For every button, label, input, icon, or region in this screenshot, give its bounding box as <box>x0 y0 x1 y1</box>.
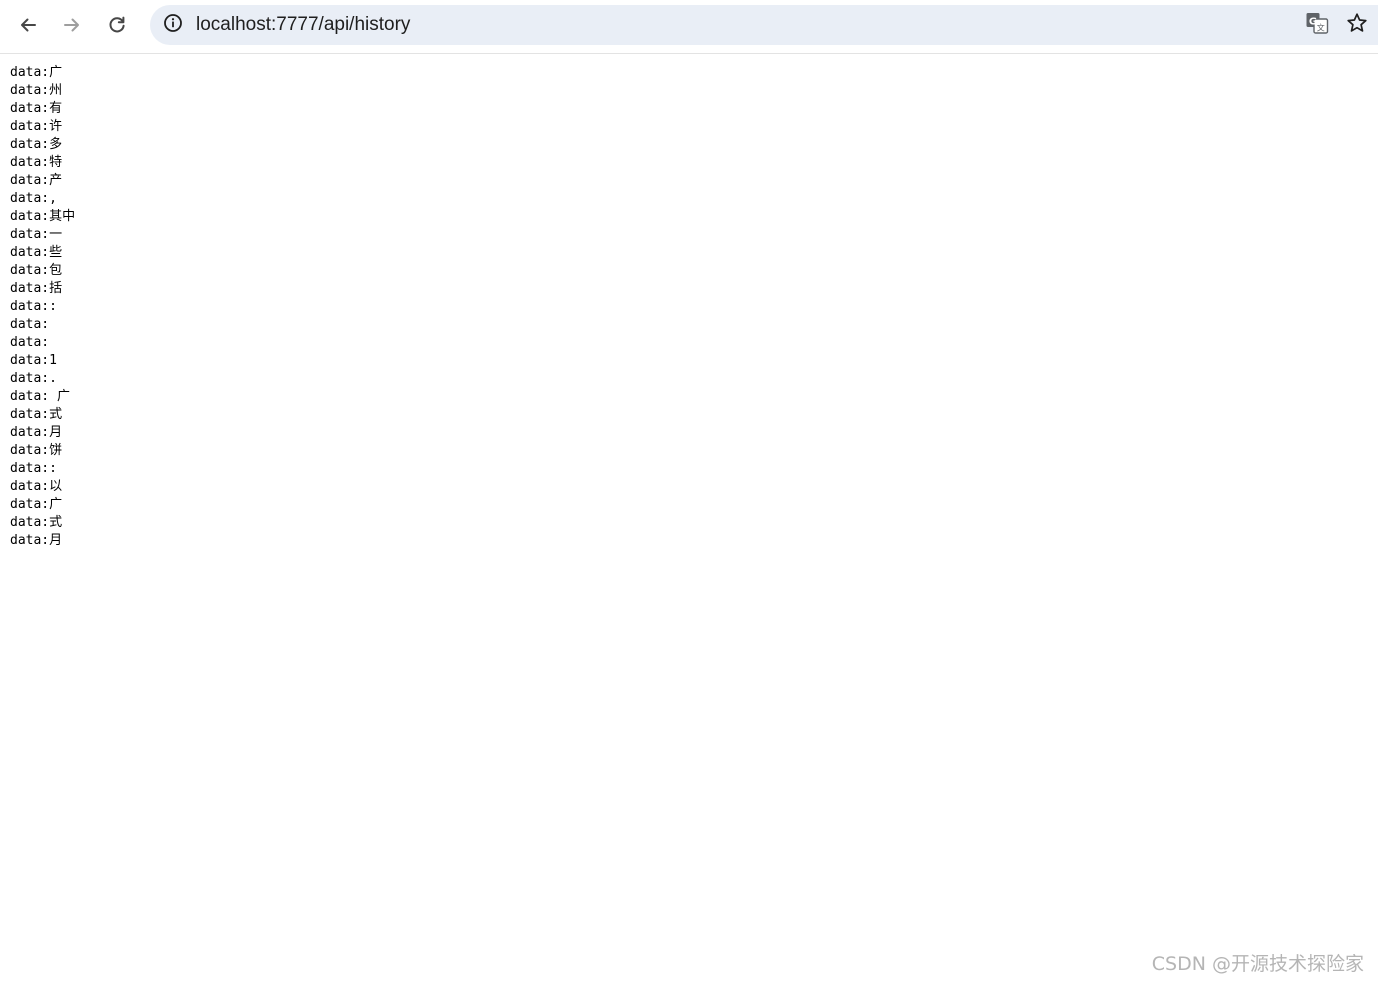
address-bar[interactable]: localhost:7777/api/history G 文 <box>150 5 1378 45</box>
watermark: CSDN @开源技术探险家 <box>1151 953 1364 975</box>
response-line: data:1 <box>10 353 57 368</box>
response-line: data:特 <box>10 155 63 170</box>
translate-icon: G 文 <box>1305 11 1329 39</box>
response-line: data:: <box>10 461 57 476</box>
response-line: data:式 <box>10 515 63 530</box>
response-line: data:多 <box>10 137 63 152</box>
response-line: data:州 <box>10 83 63 98</box>
info-circle-icon <box>163 13 183 37</box>
svg-text:文: 文 <box>1317 23 1325 33</box>
response-line: data:许 <box>10 119 63 134</box>
forward-button[interactable] <box>54 8 90 42</box>
response-line: data:式 <box>10 407 63 422</box>
response-line: data:月 <box>10 533 63 548</box>
response-line: data:产 <box>10 173 63 188</box>
arrow-left-icon <box>18 15 38 35</box>
response-line: data:月 <box>10 425 63 440</box>
response-line: data:一 <box>10 227 63 242</box>
response-line: data:其中 <box>10 209 76 224</box>
reload-icon <box>107 15 127 35</box>
response-line: data:包 <box>10 263 63 278</box>
response-line: data:. <box>10 371 57 386</box>
response-line: data: 广 <box>10 389 70 404</box>
arrow-right-icon <box>62 15 82 35</box>
response-line: data:有 <box>10 101 63 116</box>
response-line: data:, <box>10 191 57 206</box>
response-line: data:广 <box>10 65 63 80</box>
url-text[interactable]: localhost:7777/api/history <box>196 5 410 45</box>
reload-button[interactable] <box>99 8 135 42</box>
bookmark-button[interactable] <box>1344 12 1370 38</box>
translate-button[interactable]: G 文 <box>1304 12 1330 38</box>
response-line: data:括 <box>10 281 63 296</box>
star-outline-icon <box>1346 12 1368 38</box>
response-line: data:些 <box>10 245 63 260</box>
response-line: data:饼 <box>10 443 63 458</box>
response-line: data:广 <box>10 497 63 512</box>
page-content: data:广 data:州 data:有 data:许 data:多 data:特 data… <box>10 64 1370 982</box>
site-info-button[interactable] <box>158 10 188 40</box>
response-line: data:以 <box>10 479 63 494</box>
browser-toolbar: localhost:7777/api/history G 文 <box>0 0 1378 54</box>
response-line: data:: data: data: <box>10 299 57 350</box>
back-button[interactable] <box>10 8 46 42</box>
